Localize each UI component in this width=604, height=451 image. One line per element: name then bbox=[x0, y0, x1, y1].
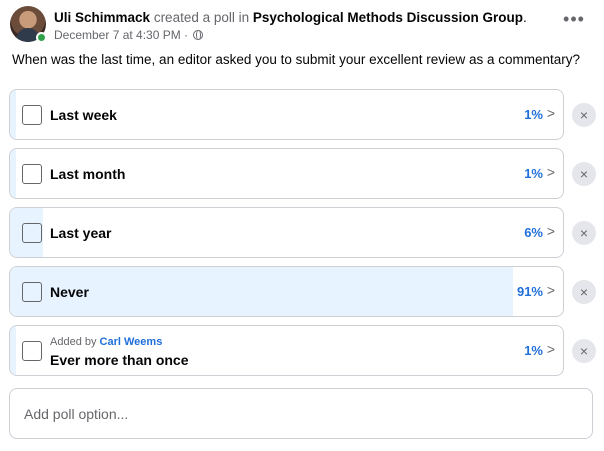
added-by-note: Added by Carl Weems bbox=[50, 336, 162, 348]
option-checkbox[interactable] bbox=[22, 223, 42, 243]
option-percent[interactable]: 91% bbox=[517, 284, 543, 299]
chevron-right-icon[interactable]: > bbox=[547, 105, 555, 121]
added-by-prefix: Added by bbox=[50, 336, 97, 348]
chevron-right-icon[interactable]: > bbox=[547, 341, 555, 357]
option-checkbox[interactable] bbox=[22, 341, 42, 361]
vote-share-bar bbox=[10, 149, 16, 198]
author-name[interactable]: Uli Schimmack bbox=[54, 10, 150, 25]
group-name[interactable]: Psychological Methods Discussion Group bbox=[253, 10, 523, 25]
option-percent[interactable]: 1% bbox=[524, 343, 543, 358]
option-checkbox[interactable] bbox=[22, 282, 42, 302]
vote-share-bar bbox=[10, 326, 16, 375]
option-label: Never bbox=[50, 284, 89, 300]
remove-option-button[interactable]: × bbox=[572, 339, 596, 363]
remove-option-button[interactable]: × bbox=[572, 280, 596, 304]
globe-icon bbox=[193, 30, 204, 40]
option-label: Last week bbox=[50, 107, 117, 123]
post-headline: Uli Schimmack created a poll in Psycholo… bbox=[54, 10, 527, 25]
option-label: Ever more than once bbox=[50, 352, 189, 368]
poll-option-last-month[interactable]: Last month 1% > bbox=[9, 148, 564, 199]
post-header: Uli Schimmack created a poll in Psycholo… bbox=[10, 6, 594, 46]
online-status-dot bbox=[36, 32, 47, 43]
poll-option-never[interactable]: Never 91% > bbox=[9, 266, 564, 317]
option-label: Last month bbox=[50, 166, 126, 182]
poll-question: When was the last time, an editor asked … bbox=[12, 52, 581, 67]
vote-share-bar bbox=[10, 90, 16, 139]
option-label: Last year bbox=[50, 225, 112, 241]
meta-separator: · bbox=[184, 28, 189, 42]
remove-option-button[interactable]: × bbox=[572, 162, 596, 186]
poll-option-last-week[interactable]: Last week 1% > bbox=[9, 89, 564, 140]
add-poll-option-input[interactable] bbox=[9, 388, 593, 439]
option-checkbox[interactable] bbox=[22, 105, 42, 125]
option-percent[interactable]: 1% bbox=[524, 166, 543, 181]
remove-option-button[interactable]: × bbox=[572, 221, 596, 245]
post-timestamp[interactable]: December 7 at 4:30 PM bbox=[54, 28, 181, 42]
remove-option-button[interactable]: × bbox=[572, 103, 596, 127]
option-checkbox[interactable] bbox=[22, 164, 42, 184]
more-options-icon[interactable]: ••• bbox=[560, 8, 588, 36]
chevron-right-icon[interactable]: > bbox=[547, 164, 555, 180]
option-percent[interactable]: 6% bbox=[524, 225, 543, 240]
group-suffix: . bbox=[522, 10, 527, 25]
poll-option-ever-more-than-once[interactable]: Added by Carl Weems Ever more than once … bbox=[9, 325, 564, 376]
option-percent[interactable]: 1% bbox=[524, 107, 543, 122]
chevron-right-icon[interactable]: > bbox=[547, 282, 555, 298]
chevron-right-icon[interactable]: > bbox=[547, 223, 555, 239]
post-meta: December 7 at 4:30 PM · bbox=[54, 28, 204, 42]
post-action-text: created a poll in bbox=[153, 10, 250, 25]
added-by-user[interactable]: Carl Weems bbox=[100, 336, 163, 348]
poll-option-last-year[interactable]: Last year 6% > bbox=[9, 207, 564, 258]
